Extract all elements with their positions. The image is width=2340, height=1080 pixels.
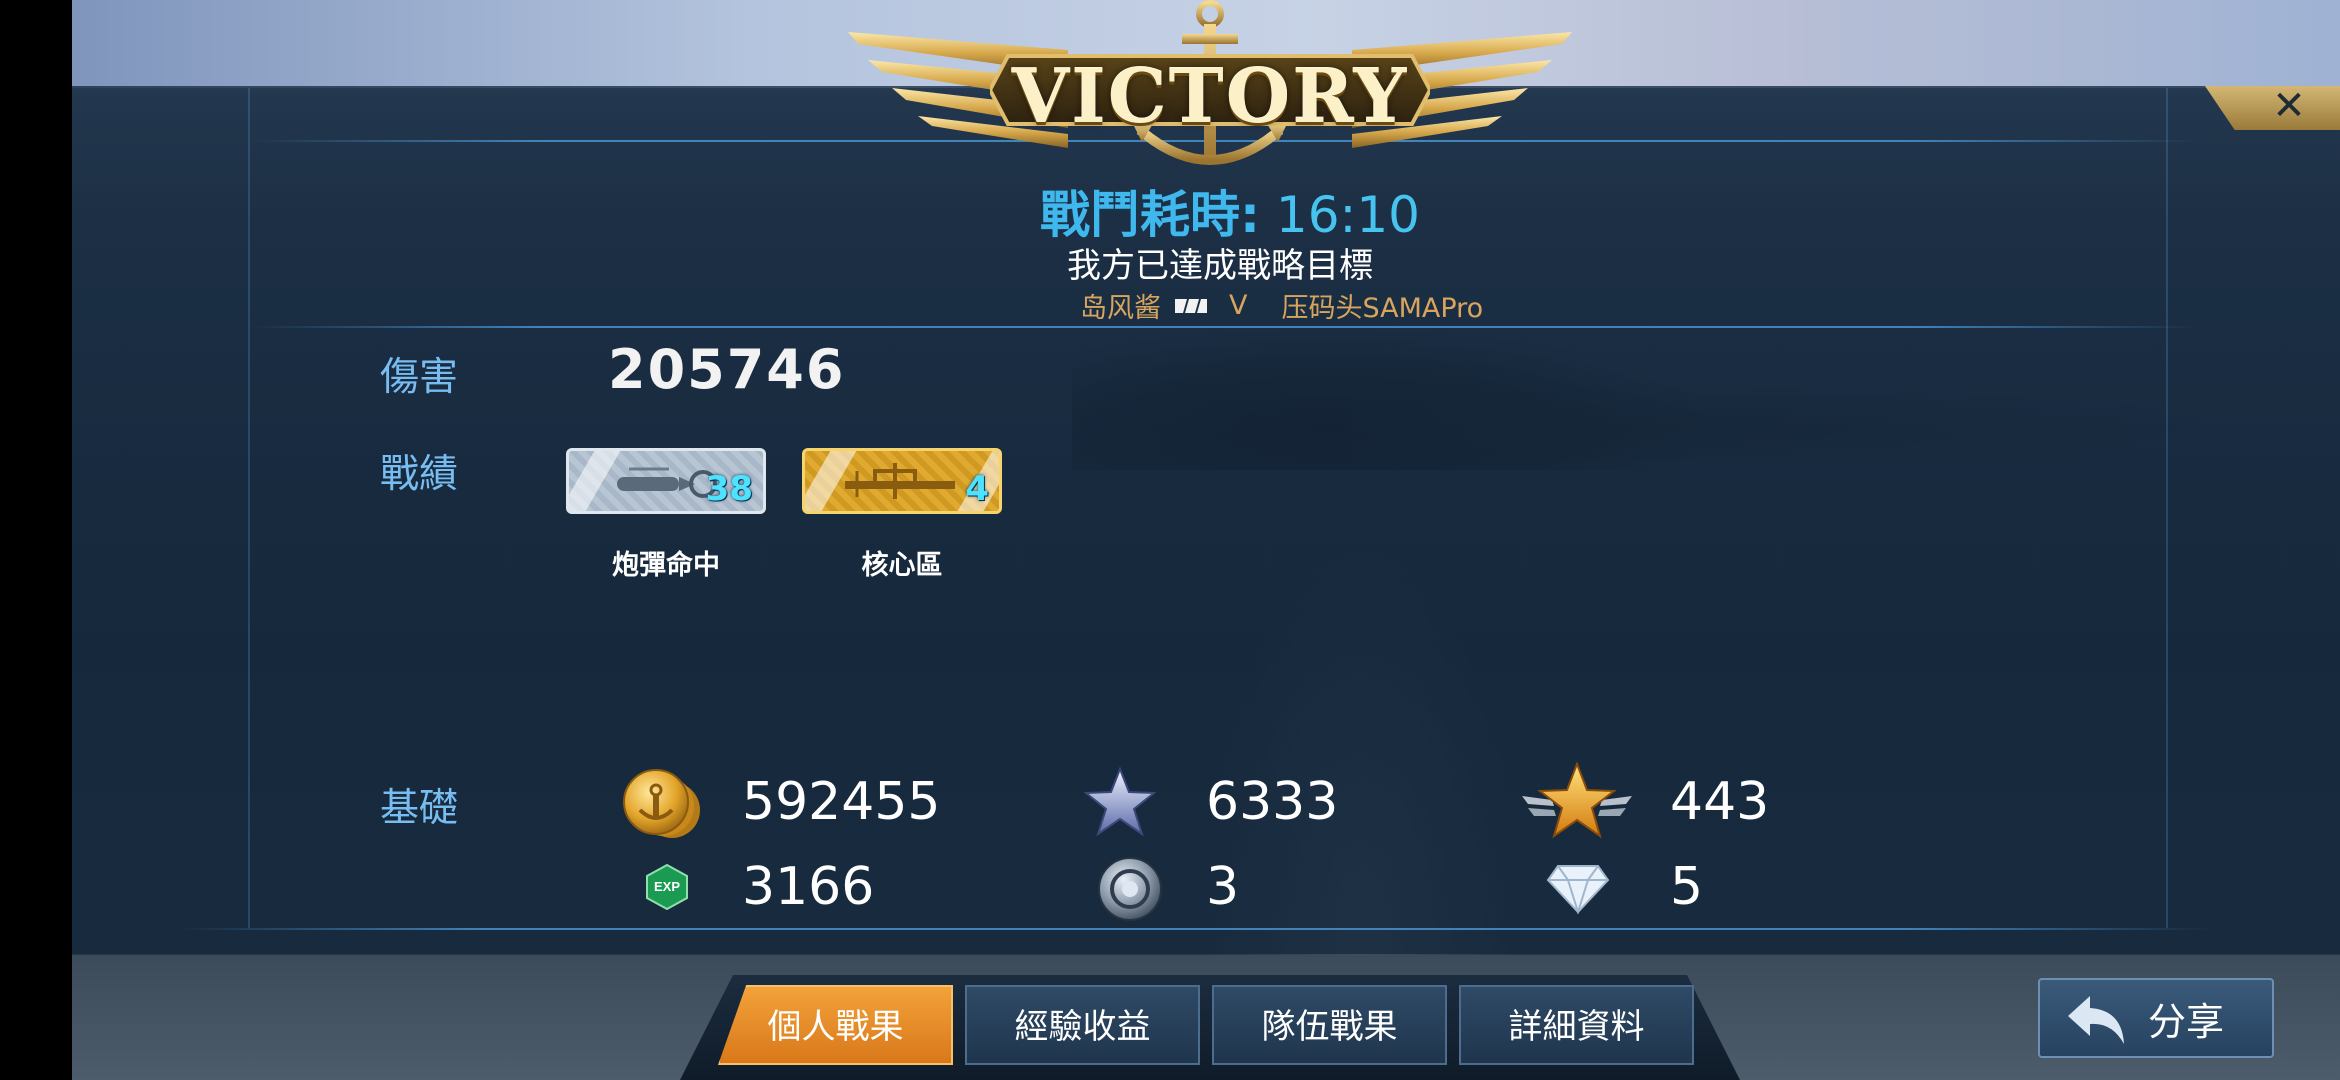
team-left-name: 岛风酱 <box>1080 293 1161 324</box>
coins-value: 592455 <box>742 772 941 832</box>
header-divider <box>250 326 2200 328</box>
damage-label: 傷害 <box>380 355 459 400</box>
share-button[interactable]: 分享 <box>2038 978 2274 1058</box>
tab-detailed-data[interactable]: 詳細資料 <box>1459 985 1694 1065</box>
medal-count: 4 <box>965 469 989 509</box>
basics-label: 基礎 <box>380 786 459 831</box>
team-right-name: 压码头SAMAPro <box>1281 293 1484 324</box>
diamond-icon <box>1546 865 1610 914</box>
team-versus-row: 岛风酱 V 压码头SAMAPro <box>1080 286 1530 325</box>
tab-experience-gains[interactable]: 經驗收益 <box>965 985 1200 1065</box>
exp-badge-text: EXP <box>653 879 680 894</box>
victory-title: VICTORY <box>1011 54 1409 140</box>
share-label: 分享 <box>2147 999 2224 1044</box>
gold-star-value: 443 <box>1670 772 1770 832</box>
versus-label: V <box>1229 290 1248 321</box>
team-flag-icon <box>1175 298 1207 313</box>
bottom-divider <box>180 928 2210 930</box>
panel-right-edge <box>2166 88 2168 928</box>
damage-value: 205746 <box>608 338 846 401</box>
close-icon[interactable]: ✕ <box>2267 84 2311 128</box>
steel-orb-icon <box>1098 857 1162 921</box>
battle-time-label: 戰鬥耗時: <box>1040 186 1260 244</box>
exp-value: 3166 <box>742 857 875 917</box>
core-zone-icon <box>845 463 955 499</box>
share-arrow-icon <box>2068 996 2124 1044</box>
left-black-bar <box>0 0 72 1080</box>
star-points-value: 6333 <box>1206 772 1339 832</box>
panel-left-edge <box>248 88 250 928</box>
medal-caption: 炮彈命中 <box>612 550 720 581</box>
steel-value: 3 <box>1206 857 1240 917</box>
medal-shell-hit[interactable]: 38 <box>566 448 766 514</box>
medal-count: 38 <box>705 469 753 509</box>
exp-icon: EXP <box>644 863 690 911</box>
silver-star-icon <box>1084 767 1156 837</box>
tab-team-results[interactable]: 隊伍戰果 <box>1212 985 1447 1065</box>
victory-banner: VICTORY <box>840 0 1580 180</box>
battle-time: 戰鬥耗時: 16:10 <box>1020 175 1440 247</box>
battle-time-value: 16:10 <box>1275 186 1420 244</box>
gold-star-wings-icon <box>1522 762 1632 839</box>
tab-personal-results[interactable]: 個人戰果 <box>718 985 953 1065</box>
achievements-label: 戰績 <box>380 452 459 497</box>
gold-coin-icon <box>623 769 700 838</box>
objective-text: 我方已達成戰略目標 <box>1067 246 1373 286</box>
medal-core-zone[interactable]: 4 <box>802 448 1002 514</box>
medal-caption: 核心區 <box>861 550 943 581</box>
diamonds-value: 5 <box>1670 857 1704 917</box>
